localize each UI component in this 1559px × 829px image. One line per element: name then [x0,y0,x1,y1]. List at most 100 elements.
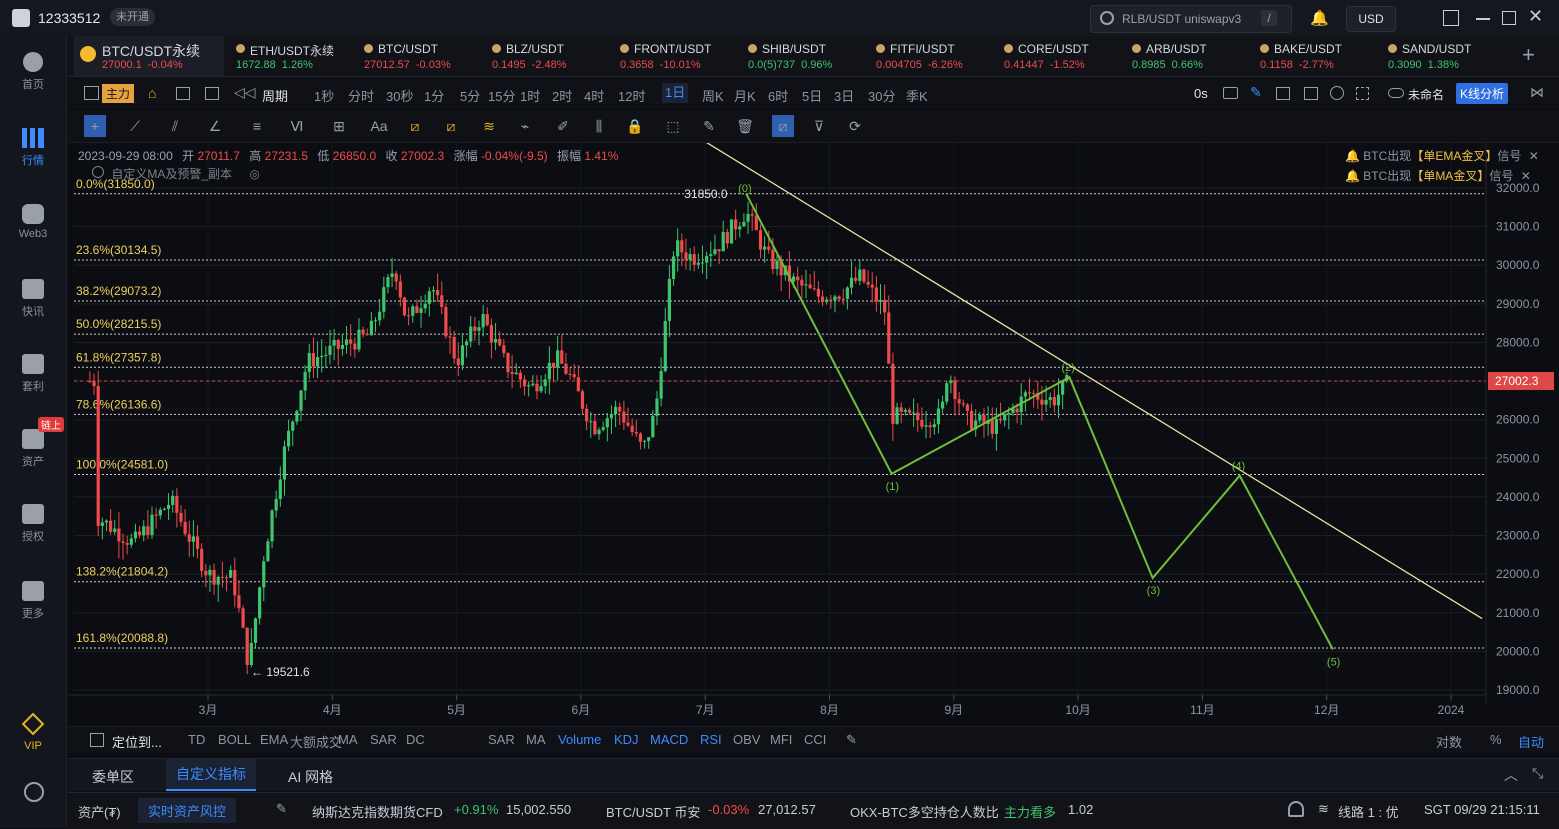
text-tool[interactable]: Aa [368,118,390,134]
indicator-main-5[interactable]: SAR [370,732,397,747]
brush-icon[interactable]: ⌁ [516,118,534,134]
tab-custom-indicator[interactable]: 自定义指标 [166,759,256,791]
period-5[interactable]: 15分 [488,86,515,105]
ticker-okx-ratio[interactable]: OKX-BTC多空持仓人数比 [850,802,999,821]
layout-icon[interactable] [205,87,219,100]
tab-orders[interactable]: 委单区 [92,767,134,787]
wave-icon[interactable]: Ⅵ [288,118,306,134]
camera-icon[interactable] [1223,87,1238,99]
period-8[interactable]: 4时 [584,86,604,105]
period-3[interactable]: 1分 [424,86,444,105]
indicator-toggle-icon[interactable] [92,166,104,178]
expand-icon[interactable]: ︿ [1504,765,1518,785]
fib-icon[interactable]: ⧄ [406,118,424,134]
period-17[interactable]: 季K [906,86,928,105]
minimize-icon[interactable] [1476,18,1490,20]
edit-icon[interactable]: ✎ [700,118,718,134]
indicator-sub-8[interactable]: CCI [804,732,826,747]
main-force-button[interactable]: 主力 [102,84,135,103]
settings-icon[interactable] [24,782,44,802]
ticker-tab-5[interactable]: SHIB/USDT 0.0(5)737 0.96% [742,36,868,76]
period-11[interactable]: 周K [702,86,724,105]
ticker-tab-3[interactable]: BLZ/USDT 0.1495 -2.48% [486,36,612,76]
avatar-icon[interactable] [12,9,30,27]
sidebar-item-web3[interactable]: Web3 [0,204,66,240]
sidebar-item-arbitrage[interactable]: 套利 [0,354,66,394]
parallel-lines-icon[interactable]: ⫽ [166,118,184,134]
indicator-sub-0[interactable]: SAR [488,732,515,747]
risk-button[interactable]: 实时资产风控 [138,798,237,823]
assets-label[interactable]: 资产(₮) [78,802,121,821]
gann-icon[interactable]: ≋ [480,118,498,134]
indicator-main-4[interactable]: MA [338,732,358,747]
ticker-tab-10[interactable]: SAND/USDT 0.3090 1.38% [1382,36,1508,76]
ticker-tab-9[interactable]: BAKE/USDT 0.1158 -2.77% [1254,36,1380,76]
collapse-panel-icon[interactable]: ⤡ [1532,765,1543,782]
bell-icon[interactable]: 🔔 [1310,9,1329,27]
indicator-sub-1[interactable]: MA [526,732,546,747]
lock-icon[interactable]: 🔒 [626,118,644,134]
indicator-main-6[interactable]: DC [406,732,425,747]
filter-icon[interactable]: ⊽ [810,118,828,134]
measure-icon[interactable]: ⊞ [330,118,348,134]
sidebar-toggle-icon[interactable] [1443,10,1459,26]
sidebar-item-more[interactable]: 更多 [0,581,66,621]
sidebar-item-news[interactable]: 快讯 [0,279,66,319]
ticker-tab-2[interactable]: BTC/USDT 27012.57 -0.03% [358,36,484,76]
currency-select[interactable]: USD [1346,6,1396,32]
frame-icon[interactable]: ⬚ [664,118,682,134]
edit-indicator-icon[interactable]: ✎ [846,732,857,748]
sidebar-item-assets[interactable]: 资产 链上 [0,417,66,469]
period-13[interactable]: 6时 [768,86,788,105]
fib-channel-icon[interactable]: ⧄ [442,118,460,134]
ticker-nasdaq[interactable]: 纳斯达克指数期货CFD [312,802,443,821]
headset-icon[interactable] [1288,801,1304,817]
eye-icon[interactable]: ◎ [249,167,259,181]
ticker-tab-1[interactable]: ETH/USDT永续 1672.88 1.26% [230,36,356,76]
tab-ai-grid[interactable]: AI 网格 [288,767,333,787]
indicator-sub-3[interactable]: KDJ [614,732,639,747]
pencil-icon[interactable]: ✎ [1250,84,1262,101]
axis-option-1[interactable]: % [1490,732,1502,747]
magnet-icon[interactable]: ⧄ [772,115,794,137]
sidebar-item-authorize[interactable]: 授权 [0,504,66,544]
crosshair-icon[interactable]: + [84,115,106,137]
close-icon[interactable]: ✕ [1528,6,1543,27]
horizontal-lines-icon[interactable]: ≡ [248,118,266,134]
period-select[interactable]: 周期 [262,86,288,105]
indicator-name[interactable]: 自定义MA及预警_副本 ◎ [92,165,260,182]
period-12[interactable]: 月K [734,86,756,105]
indicator-main-1[interactable]: BOLL [218,732,251,747]
period-6[interactable]: 1时 [520,86,540,105]
home-chart-icon[interactable]: ⌂ [148,85,156,101]
pin-icon[interactable] [1304,87,1318,100]
vip-button[interactable]: VIP [0,712,66,752]
layout-name-select[interactable]: 未命名 [1408,86,1444,103]
period-9[interactable]: 12时 [618,86,645,105]
period-10[interactable]: 1日 [662,83,689,103]
close-icon[interactable]: ✕ [1529,149,1539,163]
network-line[interactable]: 线路 1 : 优 [1338,802,1399,821]
pattern-icon[interactable]: ⫼ [590,118,608,134]
add-ticker-button[interactable]: + [1522,42,1535,68]
calendar-icon[interactable] [176,87,190,100]
sidebar-item-market[interactable]: 行情 [0,128,66,168]
close-icon[interactable]: ✕ [1521,169,1531,183]
period-14[interactable]: 5日 [802,86,822,105]
ticker-tab-7[interactable]: CORE/USDT 0.41447 -1.52% [998,36,1124,76]
axis-option-0[interactable]: 对数 [1436,732,1462,751]
chart-type-icon[interactable] [84,86,99,100]
rewind-icon[interactable]: ◁◁ [234,84,256,101]
trash-icon[interactable]: 🗑 [736,118,754,134]
user-id[interactable]: 12333512 [38,10,100,26]
period-2[interactable]: 30秒 [386,86,413,105]
indicator-main-2[interactable]: EMA [260,732,288,747]
ticker-tab-8[interactable]: ARB/USDT 0.8985 0.66% [1126,36,1252,76]
indicator-sub-2[interactable]: Volume [558,732,601,747]
period-16[interactable]: 30分 [868,86,895,105]
ticker-btc-binance[interactable]: BTC/USDT 币安 [606,802,700,821]
indicator-sub-4[interactable]: MACD [650,732,688,747]
indicator-sub-5[interactable]: RSI [700,732,722,747]
cloud-icon[interactable] [1388,88,1404,98]
ticker-tab-4[interactable]: FRONT/USDT 0.3658 -10.01% [614,36,740,76]
